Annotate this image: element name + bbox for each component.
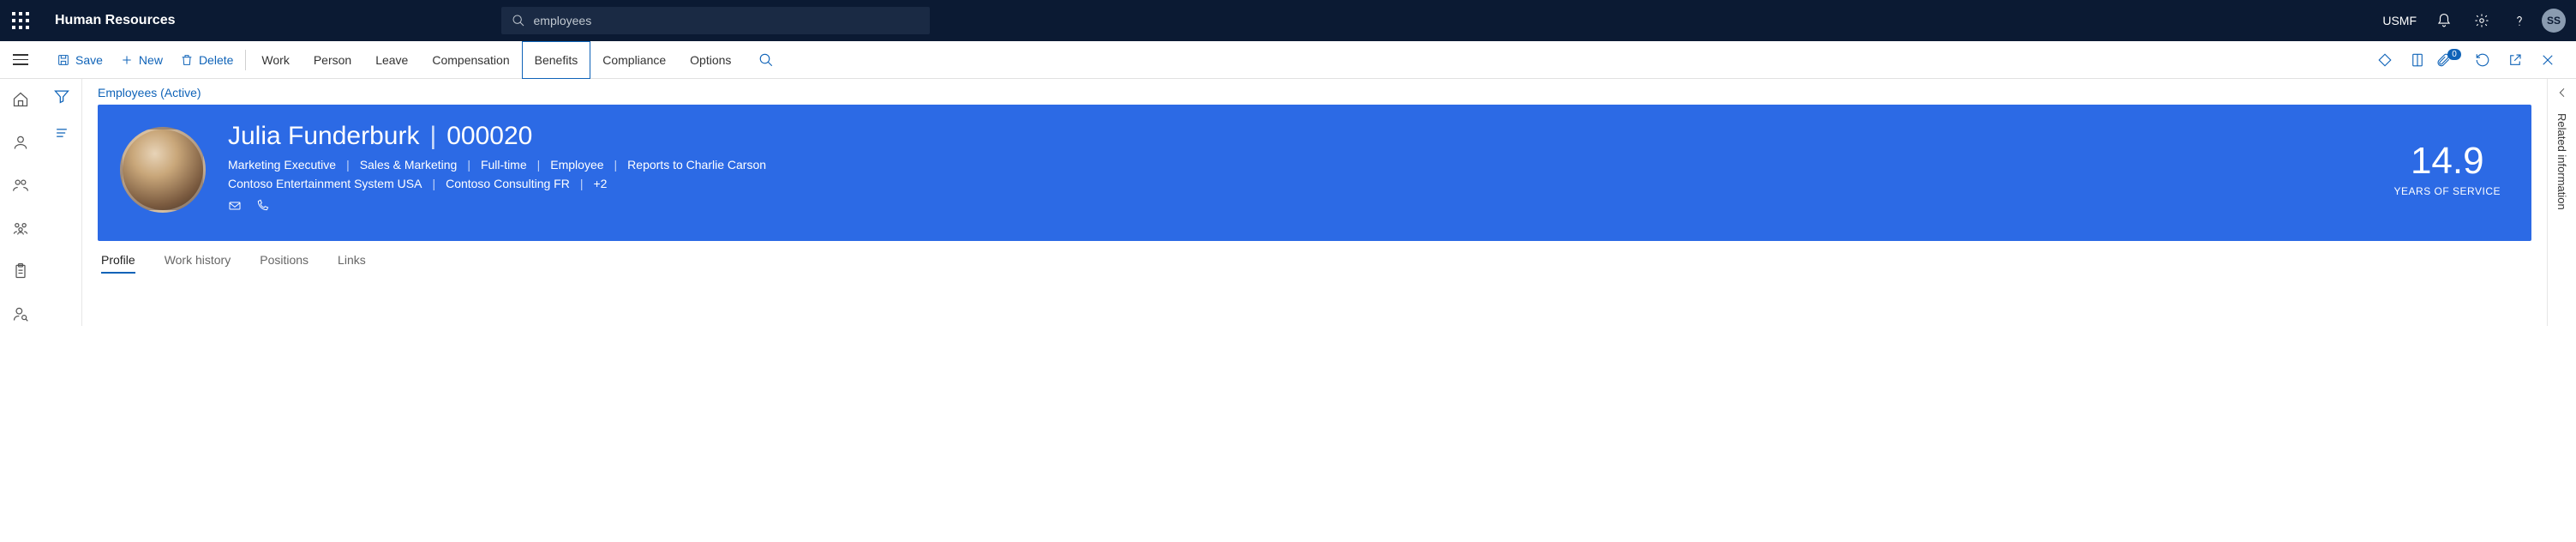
refresh-icon bbox=[2475, 52, 2490, 68]
personalize-button[interactable] bbox=[2370, 41, 2399, 79]
trash-icon bbox=[180, 53, 194, 67]
refresh-button[interactable] bbox=[2468, 41, 2497, 79]
employee-subtabs: Profile Work history Positions Links bbox=[98, 253, 2531, 274]
phone-icon bbox=[255, 199, 269, 213]
nav-team[interactable] bbox=[9, 216, 33, 240]
reports-to: Reports to Charlie Carson bbox=[627, 158, 766, 172]
tab-benefits[interactable]: Benefits bbox=[522, 41, 591, 79]
company-picker[interactable]: USMF bbox=[2374, 14, 2425, 27]
actionbar-search-button[interactable] bbox=[752, 41, 781, 79]
person-search-icon bbox=[12, 305, 29, 322]
list-icon bbox=[53, 124, 70, 142]
collapse-related-button[interactable] bbox=[2555, 86, 2569, 99]
popout-icon bbox=[2507, 52, 2523, 68]
popout-button[interactable] bbox=[2501, 41, 2530, 79]
open-office-button[interactable] bbox=[2403, 41, 2432, 79]
nav-tasks[interactable] bbox=[9, 259, 33, 283]
tab-options[interactable]: Options bbox=[678, 41, 743, 79]
employee-photo[interactable] bbox=[120, 127, 206, 213]
nav-people[interactable] bbox=[9, 173, 33, 197]
search-value-text: employees bbox=[534, 14, 592, 27]
settings-button[interactable] bbox=[2463, 0, 2501, 41]
nav-person-search[interactable] bbox=[9, 302, 33, 326]
employment-type: Full-time bbox=[481, 158, 527, 172]
search-icon bbox=[758, 52, 774, 68]
nav-home[interactable] bbox=[9, 87, 33, 111]
close-button[interactable] bbox=[2533, 41, 2562, 79]
nav-person[interactable] bbox=[9, 130, 33, 154]
tab-compliance[interactable]: Compliance bbox=[590, 41, 678, 79]
save-icon bbox=[57, 53, 70, 67]
subtab-links[interactable]: Links bbox=[338, 253, 366, 274]
separator: | bbox=[429, 122, 436, 151]
list-options-button[interactable] bbox=[53, 124, 70, 146]
notifications-button[interactable] bbox=[2425, 0, 2463, 41]
divider bbox=[245, 50, 246, 70]
user-avatar[interactable]: SS bbox=[2542, 9, 2566, 33]
gear-icon bbox=[2474, 13, 2489, 28]
tab-compensation[interactable]: Compensation bbox=[420, 41, 521, 79]
save-label: Save bbox=[75, 53, 103, 67]
people-icon bbox=[12, 177, 29, 194]
global-search-input[interactable]: employees bbox=[501, 7, 930, 34]
diamond-icon bbox=[2377, 52, 2393, 68]
secondary-entity: Contoso Consulting FR bbox=[446, 177, 570, 190]
tab-person[interactable]: Person bbox=[302, 41, 363, 79]
employee-title: Marketing Executive bbox=[228, 158, 336, 172]
subtab-profile[interactable]: Profile bbox=[101, 253, 135, 274]
action-pane: Save New Delete Work Person Leave Compen… bbox=[41, 41, 2576, 79]
kpi-value: 14.9 bbox=[2394, 142, 2501, 180]
delete-button[interactable]: Delete bbox=[171, 41, 242, 79]
phone-button[interactable] bbox=[255, 199, 269, 217]
app-launcher-button[interactable] bbox=[0, 0, 41, 41]
email-button[interactable] bbox=[228, 199, 242, 217]
tab-leave[interactable]: Leave bbox=[363, 41, 420, 79]
entities-more-link[interactable]: +2 bbox=[593, 177, 607, 190]
related-info-rail: Related information bbox=[2547, 79, 2576, 326]
employee-name: Julia Funderburk bbox=[228, 122, 419, 151]
question-icon bbox=[2512, 13, 2527, 28]
years-of-service-kpi: 14.9 YEARS OF SERVICE bbox=[2394, 142, 2501, 197]
delete-label: Delete bbox=[199, 53, 233, 67]
save-button[interactable]: Save bbox=[48, 41, 111, 79]
subtab-work-history[interactable]: Work history bbox=[165, 253, 231, 274]
kpi-label: YEARS OF SERVICE bbox=[2394, 185, 2501, 197]
subtab-positions[interactable]: Positions bbox=[260, 253, 309, 274]
person-icon bbox=[12, 134, 29, 151]
attachments-button[interactable]: 0 bbox=[2435, 41, 2465, 79]
related-info-label[interactable]: Related information bbox=[2555, 113, 2568, 210]
help-button[interactable] bbox=[2501, 0, 2538, 41]
employee-id: 000020 bbox=[446, 122, 532, 151]
mail-icon bbox=[228, 199, 242, 213]
filter-button[interactable] bbox=[53, 87, 70, 109]
nav-toggle-button[interactable] bbox=[13, 54, 28, 65]
funnel-icon bbox=[53, 87, 70, 105]
office-icon bbox=[2410, 52, 2425, 68]
bell-icon bbox=[2436, 13, 2452, 28]
app-title: Human Resources bbox=[41, 13, 176, 28]
tab-work[interactable]: Work bbox=[249, 41, 301, 79]
clipboard-icon bbox=[12, 262, 29, 280]
filter-rail bbox=[41, 79, 82, 326]
new-label: New bbox=[139, 53, 163, 67]
search-icon bbox=[512, 14, 525, 27]
close-icon bbox=[2540, 52, 2555, 68]
module-nav-rail bbox=[0, 79, 41, 326]
breadcrumb-link[interactable]: Employees (Active) bbox=[98, 86, 2531, 99]
home-icon bbox=[12, 91, 29, 108]
team-icon bbox=[12, 220, 29, 237]
primary-entity: Contoso Entertainment System USA bbox=[228, 177, 422, 190]
employee-hero-card: Julia Funderburk | 000020 Marketing Exec… bbox=[98, 105, 2531, 241]
employee-department: Sales & Marketing bbox=[360, 158, 458, 172]
new-button[interactable]: New bbox=[111, 41, 171, 79]
worker-type: Employee bbox=[550, 158, 603, 172]
attachment-count-badge: 0 bbox=[2447, 49, 2461, 60]
waffle-icon bbox=[12, 12, 29, 29]
plus-icon bbox=[120, 53, 134, 67]
global-nav-bar: Human Resources employees USMF SS bbox=[0, 0, 2576, 41]
page-content: Employees (Active) Julia Funderburk | 00… bbox=[82, 79, 2547, 326]
